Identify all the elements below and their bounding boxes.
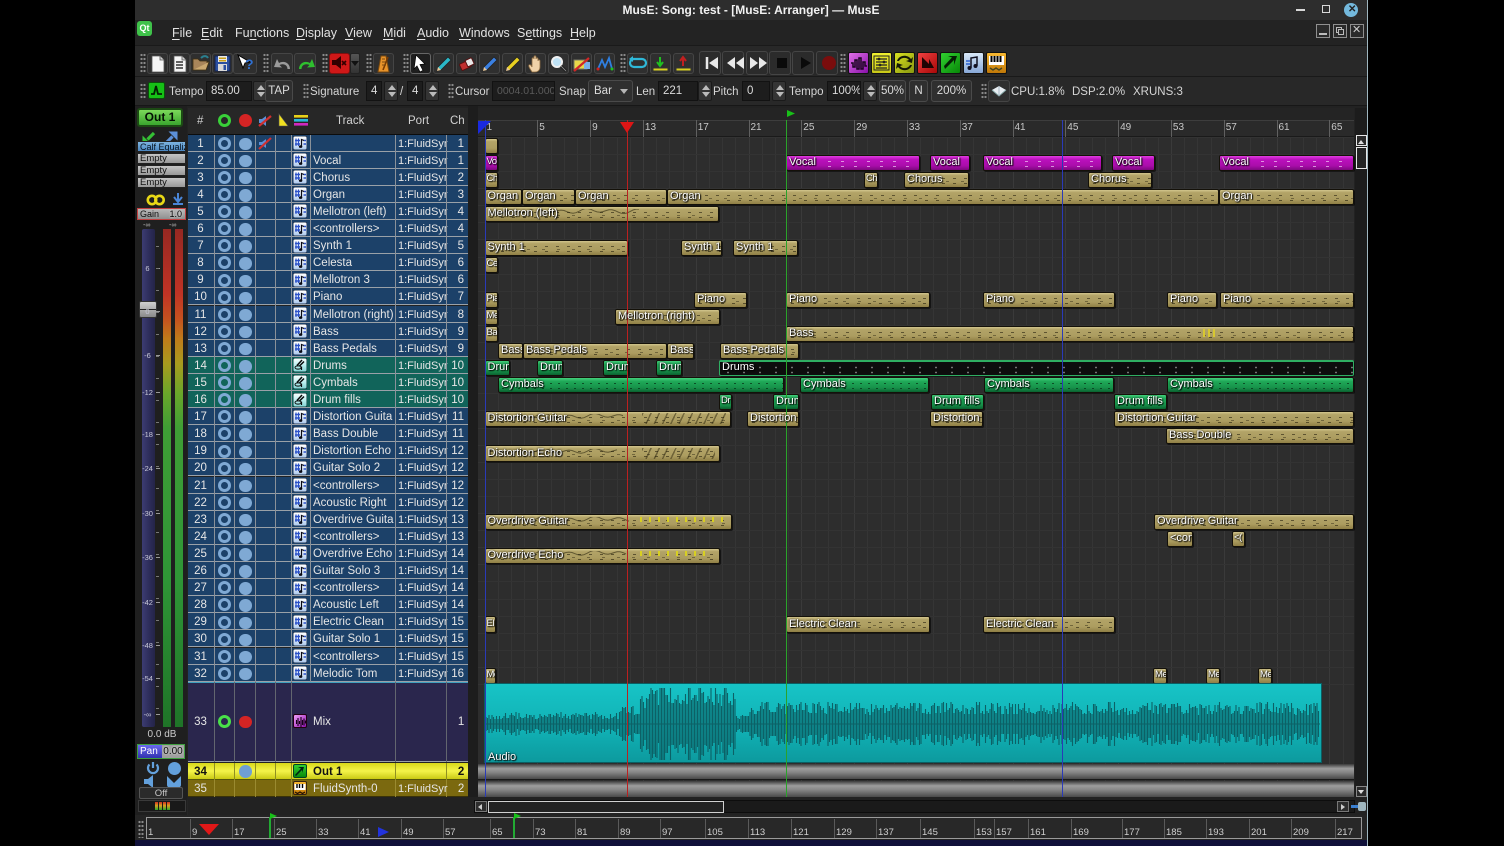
svg-text:?: ?: [245, 56, 254, 72]
